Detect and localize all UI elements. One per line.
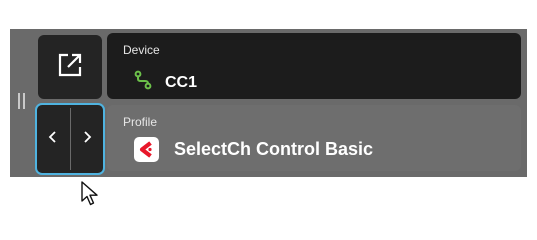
previous-button[interactable] <box>37 105 70 173</box>
profile-label: Profile <box>123 115 158 129</box>
device-value: CC1 <box>133 70 197 95</box>
external-open-icon <box>57 52 83 83</box>
device-selector[interactable]: Device CC1 <box>107 33 521 99</box>
profile-value: SelectCh Control Basic <box>134 137 373 162</box>
device-name: CC1 <box>165 73 198 91</box>
chevron-right-icon <box>81 130 93 149</box>
next-button[interactable] <box>71 105 104 173</box>
profile-selector[interactable]: Profile SelectCh Control Basic <box>107 105 521 171</box>
cubase-logo-icon <box>134 137 159 162</box>
chevron-left-icon <box>47 130 59 149</box>
mouse-pointer-icon <box>80 180 102 213</box>
profile-name: SelectCh Control Basic <box>174 139 374 159</box>
profile-nav-group <box>35 103 105 175</box>
open-external-button[interactable] <box>38 35 102 99</box>
drag-handle[interactable] <box>18 93 26 109</box>
midi-link-icon <box>133 70 153 95</box>
device-label: Device <box>123 43 160 57</box>
